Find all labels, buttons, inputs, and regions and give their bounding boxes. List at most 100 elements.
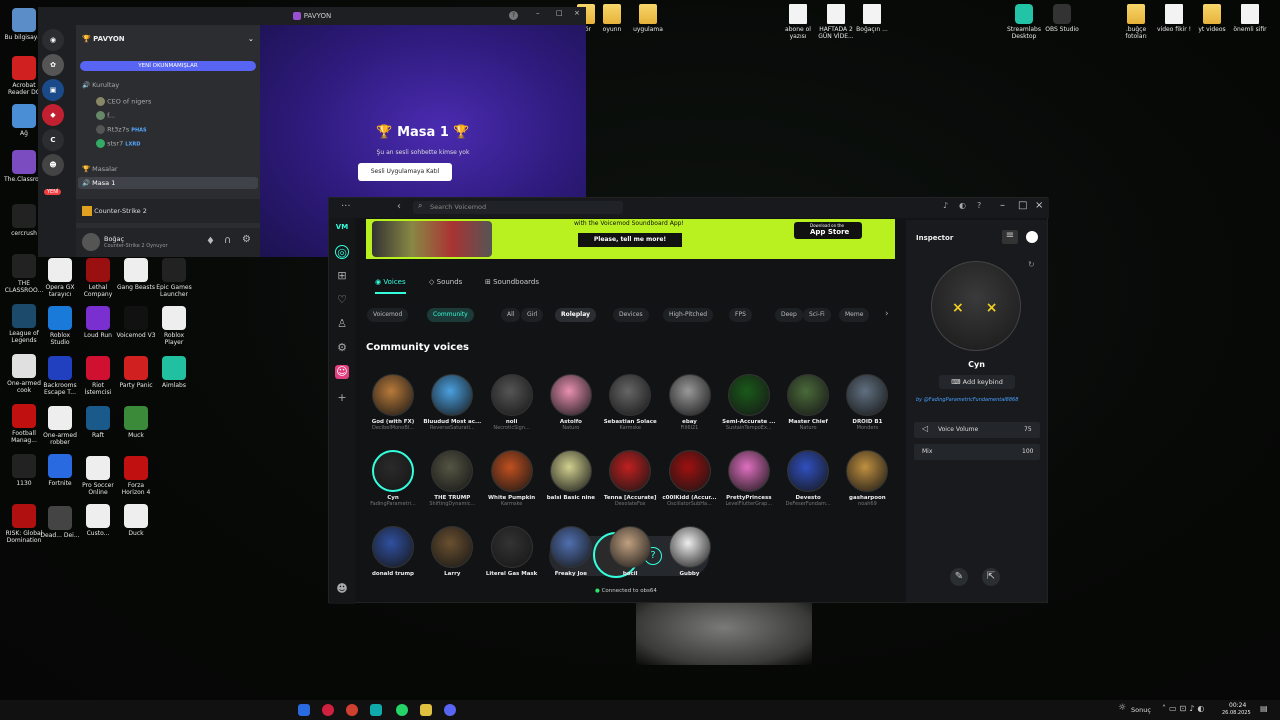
- server-icon[interactable]: ☻: [42, 154, 64, 176]
- desktop-icon[interactable]: RISK: Global Domination: [4, 504, 44, 544]
- tab-sounds[interactable]: ◇ Sounds: [429, 278, 462, 286]
- author-link[interactable]: by @FadingParametricFundamental8868: [916, 397, 1018, 403]
- voice-card[interactable]: noli NecroticSign...: [482, 374, 542, 431]
- microphone-icon[interactable]: ♦: [206, 236, 215, 247]
- opera-icon[interactable]: [322, 704, 334, 716]
- voice-card[interactable]: Literal Gas Mask: [482, 526, 542, 577]
- voice-card[interactable]: THE TRUMP ShiftingDynamic...: [422, 450, 482, 507]
- soundboard-nav-icon[interactable]: ⊞: [335, 269, 349, 283]
- help-icon[interactable]: ?: [509, 11, 518, 20]
- desktop-icon[interactable]: 1130: [4, 454, 44, 487]
- desktop-icon[interactable]: yt videos: [1192, 4, 1232, 33]
- voice-card[interactable]: Sebastian Solace Karmske: [600, 374, 660, 431]
- minimize-icon[interactable]: –: [536, 9, 540, 17]
- mix-value[interactable]: 100: [1022, 448, 1033, 455]
- desktop-icon[interactable]: Roblox Player: [154, 306, 194, 346]
- desktop-icon[interactable]: Streamlabs Desktop: [1004, 4, 1044, 40]
- desktop-icon[interactable]: OBS Studio: [1042, 4, 1082, 33]
- maximize-icon[interactable]: □: [1018, 200, 1027, 211]
- discord-home-icon[interactable]: ◉: [42, 29, 64, 51]
- filter-sci-fi[interactable]: Sci-Fi: [803, 308, 831, 322]
- voice-card[interactable]: Cyn FadingParametri...: [363, 450, 423, 507]
- join-voice-button[interactable]: Sesli Uygulamaya Katıl: [358, 163, 452, 181]
- desktop-icon[interactable]: Duck: [116, 504, 156, 537]
- discord-icon[interactable]: ◐: [959, 201, 966, 210]
- banner-button[interactable]: Please, tell me more!: [578, 233, 682, 247]
- desktop-icon[interactable]: Opera GX tarayıcı: [40, 258, 80, 298]
- bell-icon[interactable]: ♪: [943, 201, 948, 210]
- voice-card[interactable]: ebay Fill6I21: [660, 374, 720, 431]
- voice-card[interactable]: White Pumpkin Karmske: [482, 450, 542, 507]
- server-icon[interactable]: ✿: [42, 54, 64, 76]
- desktop-icon[interactable]: HAFTADA 2 GÜN VİDE...: [816, 4, 856, 40]
- mix-row[interactable]: Mix 100: [914, 444, 1040, 460]
- voice-card[interactable]: Bluudud Most ac... ReverseSaturati...: [422, 374, 482, 431]
- desktop-icon[interactable]: Forza Horizon 4: [116, 456, 156, 496]
- add-icon[interactable]: +: [335, 391, 349, 405]
- desktop-icon[interactable]: One-armed cook: [4, 354, 44, 394]
- desktop-icon[interactable]: Dead... Dei...: [40, 506, 80, 539]
- desktop-icon[interactable]: Custo...: [78, 504, 118, 537]
- member-item[interactable]: stsr7 LXRD: [96, 139, 140, 148]
- desktop-icon[interactable]: Gang Beasts: [116, 258, 156, 291]
- desktop-icon[interactable]: önemli sifir: [1230, 4, 1270, 33]
- add-keybind-button[interactable]: ⌨ Add keybind: [939, 375, 1015, 389]
- discord-taskbar-icon[interactable]: [444, 704, 456, 716]
- back-icon[interactable]: ‹: [397, 201, 401, 212]
- settings-nav-icon[interactable]: ⚙: [335, 341, 349, 355]
- desktop-icon[interactable]: video fikir !: [1154, 4, 1194, 33]
- chrome-icon[interactable]: [346, 704, 358, 716]
- game-activity[interactable]: Counter-Strike 2: [76, 199, 260, 223]
- unread-banner[interactable]: YENİ OKUNMAMIŞLAR: [80, 61, 256, 71]
- desktop-icon[interactable]: THE CLASSROO...: [4, 254, 44, 294]
- headphones-icon[interactable]: ∩: [224, 235, 231, 246]
- minimize-icon[interactable]: –: [1000, 200, 1005, 211]
- voice-card[interactable]: Gubby: [660, 526, 720, 577]
- server-icon[interactable]: ▣: [42, 79, 64, 101]
- maximize-icon[interactable]: □: [556, 9, 563, 17]
- reset-icon[interactable]: ↻: [1028, 260, 1035, 269]
- desktop-icon[interactable]: League of Legends: [4, 304, 44, 344]
- voice-volume-value[interactable]: 75: [1024, 426, 1032, 433]
- start-icon[interactable]: [298, 704, 310, 716]
- voice-channel-masa1[interactable]: 🔊 Masa 1: [78, 177, 258, 189]
- desktop-icon[interactable]: .buğçe fotoları: [1116, 4, 1156, 40]
- category-masalar[interactable]: 🏆 Masalar: [82, 165, 118, 173]
- voice-card[interactable]: c00lKidd (Accur... OscillatorSubHa...: [660, 450, 720, 507]
- filter-high-pitched[interactable]: High-Pitched: [663, 308, 714, 322]
- clock-date[interactable]: 26.08.2025: [1222, 710, 1251, 716]
- more-icon[interactable]: ···: [341, 201, 351, 212]
- sliders-icon[interactable]: ≡: [1002, 230, 1018, 244]
- tab-voices[interactable]: ◉ Voices: [375, 278, 406, 294]
- filter-deep[interactable]: Deep: [775, 308, 803, 322]
- toggle-icon[interactable]: [1026, 231, 1038, 243]
- desktop-icon[interactable]: Pro Soccer Online: [78, 456, 118, 496]
- filter-fps[interactable]: FPS: [729, 308, 752, 322]
- desktop-icon[interactable]: Fortnite: [40, 454, 80, 487]
- filter-girl[interactable]: Girl: [521, 308, 544, 322]
- edit-icon[interactable]: ✎: [950, 568, 968, 586]
- voice-card[interactable]: bocil: [600, 526, 660, 577]
- voice-card[interactable]: Semi-Accurate ... SustainTempoEx...: [719, 374, 779, 431]
- desktop-icon[interactable]: Raft: [78, 406, 118, 439]
- filter-all[interactable]: All: [501, 308, 521, 322]
- clock-time[interactable]: 00:24: [1229, 702, 1246, 709]
- voices-nav-icon[interactable]: ◎: [335, 245, 349, 259]
- app-store-badge[interactable]: Download on the App Store: [794, 222, 862, 239]
- desktop-icon[interactable]: Muck: [116, 406, 156, 439]
- desktop-icon[interactable]: Riot İstemcisi: [78, 356, 118, 396]
- tray-icons[interactable]: ˄▭⊡♪◐: [1162, 704, 1207, 713]
- avatar[interactable]: [82, 233, 100, 251]
- voice-card[interactable]: donald trump: [363, 526, 423, 577]
- weather-label[interactable]: Sonuç: [1131, 706, 1151, 714]
- voice-card[interactable]: Larry: [422, 526, 482, 577]
- category-kurultay[interactable]: 🔊 Kurultay: [82, 81, 119, 89]
- voice-card[interactable]: Freaky Joe: [541, 526, 601, 577]
- desktop-icon[interactable]: Lethal Company: [78, 258, 118, 298]
- voice-card[interactable]: PrettyPrincess LevelFlutterGrap...: [719, 450, 779, 507]
- tab-soundboards[interactable]: ⊞ Soundboards: [485, 278, 539, 286]
- close-icon[interactable]: ×: [1035, 200, 1043, 211]
- app-thumb-icon[interactable]: ☺: [335, 365, 349, 379]
- member-item[interactable]: f...: [96, 111, 115, 120]
- close-icon[interactable]: ×: [574, 9, 580, 17]
